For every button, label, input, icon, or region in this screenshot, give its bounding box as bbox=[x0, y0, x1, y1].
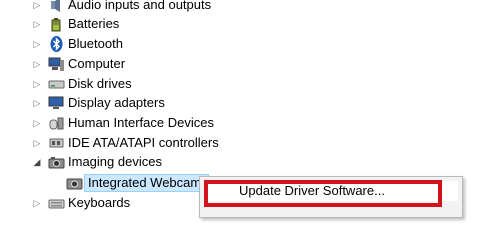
tree-item-disk-drives[interactable]: ▷ Disk drives bbox=[0, 74, 300, 94]
expand-arrow-icon[interactable]: ▷ bbox=[32, 193, 42, 213]
expand-arrow-icon[interactable]: ▷ bbox=[32, 133, 42, 153]
expand-arrow-icon[interactable]: ▷ bbox=[32, 0, 42, 15]
tree-item-label: Disk drives bbox=[68, 76, 132, 91]
tree-item-label: Audio inputs and outputs bbox=[68, 0, 212, 12]
tree-item-label: Computer bbox=[68, 56, 126, 71]
camera-icon bbox=[48, 157, 65, 169]
menu-item-update-driver[interactable]: Update Driver Software... bbox=[206, 181, 458, 201]
tree-item-batteries[interactable]: ▷ Batteries bbox=[0, 14, 300, 34]
computer-icon bbox=[48, 57, 64, 71]
bluetooth-icon bbox=[50, 36, 63, 52]
menu-item-label: Update Driver Software... bbox=[239, 183, 385, 198]
tree-item-hid[interactable]: ▷ Human Interface Devices bbox=[0, 113, 300, 133]
speaker-icon bbox=[51, 0, 60, 12]
tree-item-imaging-devices[interactable]: ◢ Imaging devices bbox=[0, 152, 300, 172]
tree-item-label: Bluetooth bbox=[68, 36, 123, 51]
expand-arrow-icon[interactable]: ▷ bbox=[32, 74, 42, 94]
keyboard-icon bbox=[48, 199, 65, 209]
expand-arrow-icon[interactable]: ▷ bbox=[32, 113, 42, 133]
tree-item-bluetooth[interactable]: ▷ Bluetooth bbox=[0, 34, 300, 54]
tree-item-label: Display adapters bbox=[68, 95, 165, 110]
tree-item-label: Imaging devices bbox=[68, 154, 162, 169]
expand-arrow-icon[interactable]: ▷ bbox=[32, 93, 42, 113]
tree-item-computer[interactable]: ▷ Computer bbox=[0, 54, 300, 74]
context-menu: Update Driver Software... bbox=[199, 176, 463, 218]
tree-item-audio[interactable]: ▷ Audio inputs and outputs bbox=[0, 0, 300, 15]
tree-item-label: Integrated Webcam bbox=[88, 175, 202, 190]
expand-arrow-icon[interactable]: ▷ bbox=[32, 14, 42, 34]
tree-item-ide-controllers[interactable]: ▷ IDE ATA/ATAPI controllers bbox=[0, 133, 300, 153]
ide-controller-icon bbox=[49, 138, 64, 148]
battery-icon bbox=[51, 18, 61, 32]
tree-item-label: Human Interface Devices bbox=[68, 115, 214, 130]
display-adapter-icon bbox=[48, 96, 64, 109]
tree-item-label: Keyboards bbox=[68, 195, 131, 210]
tree-item-label: Batteries bbox=[68, 16, 120, 31]
webcam-icon bbox=[66, 178, 83, 190]
hid-icon bbox=[49, 117, 64, 130]
tree-item-label: IDE ATA/ATAPI controllers bbox=[68, 135, 219, 150]
collapse-arrow-icon[interactable]: ◢ bbox=[32, 152, 42, 172]
tree-item-display-adapters[interactable]: ▷ Display adapters bbox=[0, 93, 300, 113]
disk-drive-icon bbox=[48, 80, 65, 89]
expand-arrow-icon[interactable]: ▷ bbox=[32, 54, 42, 74]
expand-arrow-icon[interactable]: ▷ bbox=[32, 34, 42, 54]
